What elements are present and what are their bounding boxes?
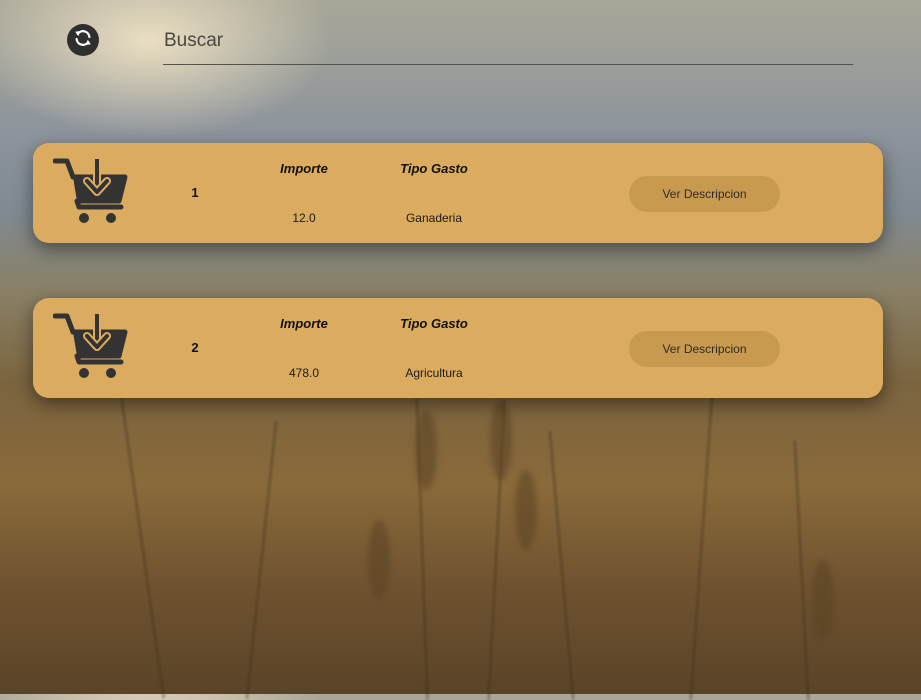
- cart-download-icon: [52, 312, 129, 382]
- expense-id: 2: [191, 340, 199, 355]
- ver-descripcion-button[interactable]: Ver Descripcion: [629, 176, 780, 212]
- importe-header: Importe: [280, 316, 328, 331]
- tipo-gasto-value: Agricultura: [405, 366, 463, 380]
- ver-descripcion-button[interactable]: Ver Descripcion: [629, 331, 780, 367]
- cart-download-icon: [52, 157, 129, 227]
- tipo-gasto-value: Ganaderia: [405, 211, 463, 225]
- refresh-button[interactable]: [67, 24, 99, 56]
- expense-card: 2 Importe Tipo Gasto 478.0 Agricultura V…: [33, 298, 883, 398]
- search-field[interactable]: [163, 24, 854, 65]
- importe-header: Importe: [280, 161, 328, 176]
- importe-value: 12.0: [292, 211, 316, 225]
- refresh-icon: [72, 27, 94, 54]
- search-input[interactable]: [163, 24, 854, 58]
- tipo-gasto-header: Tipo Gasto: [400, 161, 468, 176]
- importe-value: 478.0: [288, 366, 320, 380]
- tipo-gasto-header: Tipo Gasto: [400, 316, 468, 331]
- expense-card: 1 Importe Tipo Gasto 12.0 Ganaderia Ver …: [33, 143, 883, 243]
- expense-id: 1: [191, 185, 199, 200]
